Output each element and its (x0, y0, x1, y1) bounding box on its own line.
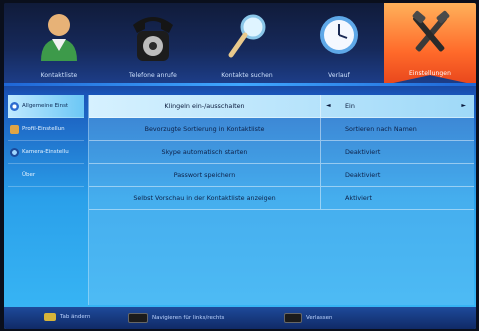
footer-hint-label: Navigieren für links/rechts (152, 315, 225, 321)
yellow-key-icon (44, 313, 56, 321)
settings-sidebar: Allgemeine Einst Profil-Einstellun Kamer… (8, 95, 84, 187)
setting-label: Skype automatisch starten (89, 141, 321, 163)
setting-value[interactable]: Deaktiviert (321, 141, 474, 163)
sidebar-item-about[interactable]: Über (8, 164, 84, 187)
tab-contact-list[interactable]: Kontaktliste (14, 3, 104, 85)
setting-row-password[interactable]: Passwort speichern Deaktiviert (89, 164, 474, 187)
settings-table: Klingeln ein-/ausschalten ◄ Ein ► Bevorz… (88, 95, 474, 305)
sidebar-item-profile[interactable]: Profil-Einstellun (8, 118, 84, 141)
contact-person-icon (38, 11, 80, 67)
sidebar-item-label: Über (22, 172, 36, 178)
tools-icon (405, 9, 455, 65)
left-right-keys-icon (128, 313, 148, 323)
general-settings-icon (10, 101, 19, 111)
setting-value-text: Ein (345, 102, 355, 110)
tab-label: Kontakte suchen (221, 72, 273, 79)
footer-hint-change-tab: Tab ändern (44, 313, 90, 321)
clock-icon (317, 11, 361, 67)
tab-separator (4, 83, 476, 86)
tab-phone-calls[interactable]: Telefone anrufe (108, 3, 198, 85)
tab-settings[interactable]: Einstellungen (384, 3, 476, 85)
camera-icon (10, 147, 19, 157)
tab-label: Kontaktliste (40, 72, 78, 79)
setting-label: Klingeln ein-/ausschalten (89, 95, 321, 117)
footer-hints: Tab ändern Navigieren für links/rechts V… (4, 307, 476, 329)
tab-label: Einstellungen (409, 70, 451, 77)
setting-label: Selbst Vorschau in der Kontaktliste anze… (89, 187, 321, 209)
sidebar-item-label: Profil-Einstellun (22, 126, 65, 132)
footer-hint-label: Verlassen (306, 315, 333, 321)
tab-history[interactable]: Verlauf (294, 3, 384, 85)
setting-label: Passwort speichern (89, 164, 321, 186)
footer-hint-navigate: Navigieren für links/rechts (128, 313, 224, 323)
top-tab-bar: Kontaktliste Telefone anrufe Kontakte su… (4, 3, 476, 85)
setting-row-sorting[interactable]: Bevorzugte Sortierung in Kontaktliste So… (89, 118, 474, 141)
tab-label: Verlauf (328, 72, 350, 79)
footer-hint-exit: Verlassen (284, 313, 332, 323)
left-arrow-icon[interactable]: ◄ (326, 95, 331, 117)
footer-hint-label: Tab ändern (60, 314, 91, 320)
sidebar-item-camera[interactable]: Kamera-Einstellu (8, 141, 84, 164)
setting-row-autostart[interactable]: Skype automatisch starten Deaktiviert (89, 141, 474, 164)
tv-screen: Kontaktliste Telefone anrufe Kontakte su… (4, 3, 476, 329)
setting-row-ringing[interactable]: Klingeln ein-/ausschalten ◄ Ein ► (89, 95, 474, 118)
right-arrow-icon[interactable]: ► (461, 95, 466, 117)
tab-search-contacts[interactable]: Kontakte suchen (202, 3, 292, 85)
sidebar-item-general[interactable]: Allgemeine Einst (8, 95, 84, 118)
tab-label: Telefone anrufe (129, 72, 177, 79)
exit-key-icon (284, 313, 302, 323)
setting-row-self-preview[interactable]: Selbst Vorschau in der Kontaktliste anze… (89, 187, 474, 210)
sidebar-item-label: Allgemeine Einst (22, 103, 69, 109)
telephone-icon (129, 11, 177, 67)
profile-icon (10, 124, 19, 134)
setting-value[interactable]: Aktiviert (321, 187, 474, 209)
sidebar-item-label: Kamera-Einstellu (22, 149, 69, 155)
setting-value[interactable]: ◄ Ein ► (321, 95, 474, 117)
setting-value[interactable]: Sortieren nach Namen (321, 118, 474, 140)
magnifier-icon (225, 11, 269, 67)
setting-label: Bevorzugte Sortierung in Kontaktliste (89, 118, 321, 140)
setting-value[interactable]: Deaktiviert (321, 164, 474, 186)
